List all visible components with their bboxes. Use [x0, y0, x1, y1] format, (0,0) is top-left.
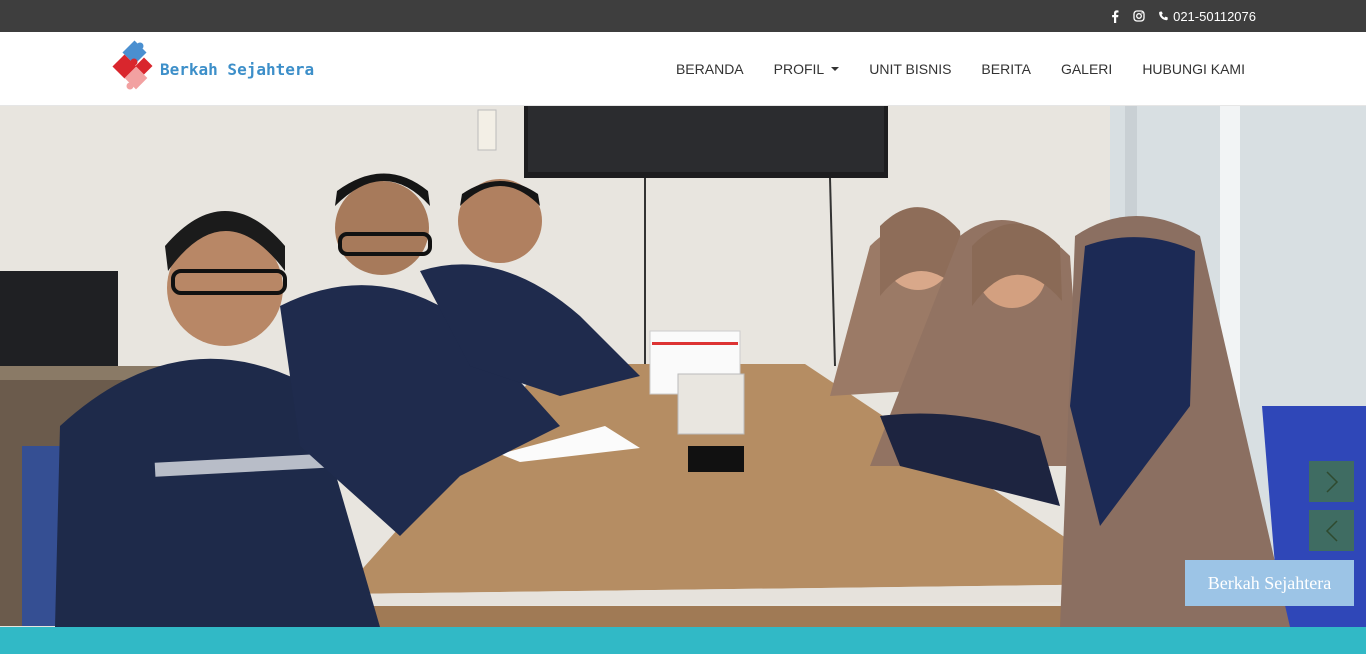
phone-number: 021-50112076: [1173, 8, 1256, 24]
menu-item-label: HUBUNGI KAMI: [1142, 61, 1245, 77]
phone-contact[interactable]: 021-50112076: [1157, 9, 1256, 24]
slide-caption: Berkah Sejahtera: [1185, 560, 1354, 606]
caret-down-icon: [831, 67, 840, 71]
slide-photo: [0, 106, 1366, 627]
teal-band: [0, 627, 1366, 654]
site-logo[interactable]: Berkah Sejahtera: [110, 36, 314, 102]
chevron-right-icon: [1325, 470, 1338, 493]
slider-next-button[interactable]: [1309, 461, 1354, 502]
menu-item-profil[interactable]: PROFIL: [774, 61, 840, 77]
brand-name: Berkah Sejahtera: [160, 59, 315, 79]
menu-item-unit-bisnis[interactable]: UNIT BISNIS: [869, 61, 951, 77]
puzzle-logo-icon: [112, 40, 153, 90]
menu-item-hubungi-kami[interactable]: HUBUNGI KAMI: [1142, 61, 1245, 77]
top-bar-contacts: 021-50112076: [1109, 0, 1256, 32]
menu-item-label: GALERI: [1060, 61, 1113, 77]
menu-item-label: BERANDA: [675, 61, 744, 77]
instagram-icon[interactable]: [1133, 9, 1145, 23]
chevron-left-icon: [1325, 519, 1338, 542]
slider-prev-button[interactable]: [1309, 510, 1354, 551]
menu-item-beranda[interactable]: BERANDA: [676, 61, 744, 77]
menu-item-galeri[interactable]: GALERI: [1061, 61, 1112, 77]
main-menu: BERANDA PROFIL UNIT BISNIS BERITA GALERI…: [646, 32, 1245, 106]
top-bar: 021-50112076: [0, 0, 1366, 32]
menu-item-label: PROFIL: [773, 61, 825, 77]
navbar: Berkah Sejahtera BERANDA PROFIL UNIT BIS…: [0, 32, 1366, 106]
menu-item-label: UNIT BISNIS: [869, 61, 952, 77]
facebook-icon[interactable]: [1109, 9, 1121, 23]
hero-slider: Berkah Sejahtera: [0, 106, 1366, 627]
menu-item-berita[interactable]: BERITA: [981, 61, 1031, 77]
menu-item-label: BERITA: [981, 61, 1031, 77]
phone-icon: [1157, 9, 1169, 23]
